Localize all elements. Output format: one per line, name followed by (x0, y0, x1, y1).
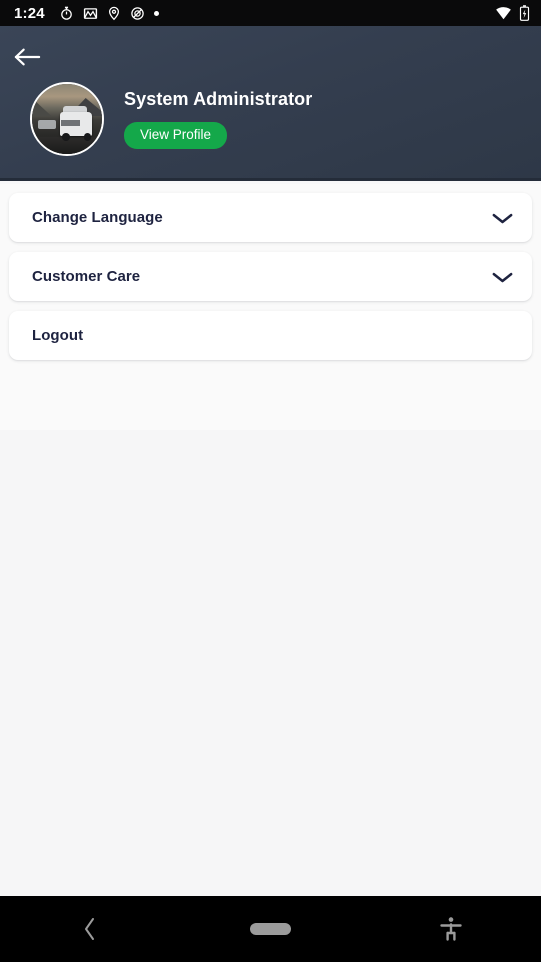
profile-header: System Administrator View Profile (0, 26, 541, 181)
arrow-left-icon (13, 46, 42, 68)
gmail-icon (83, 6, 98, 21)
chevron-down-icon[interactable] (490, 210, 515, 226)
avatar-vehicle-wheel-right (83, 133, 92, 141)
chevron-down-icon[interactable] (490, 269, 515, 285)
settings-item-change-language[interactable]: Change Language (9, 193, 532, 242)
accessibility-icon (439, 916, 463, 942)
home-pill-icon (249, 923, 291, 935)
avatar-vehicle-wheel-left (62, 133, 70, 141)
stopwatch-icon (59, 6, 74, 21)
app-screen: 1:24 System Administrator View Profile C… (0, 0, 541, 962)
avatar-hill-left (32, 102, 52, 117)
status-bar-system-icons (495, 5, 530, 21)
avatar[interactable] (30, 82, 104, 156)
notification-dot-icon (153, 10, 159, 16)
settings-item-label: Change Language (32, 208, 163, 226)
chevron-left-icon (82, 916, 98, 942)
settings-content: Change Language Customer Care Logout (0, 184, 541, 896)
view-profile-button[interactable]: View Profile (124, 122, 228, 149)
settings-item-label: Customer Care (32, 267, 141, 285)
status-bar-notification-icons (59, 6, 159, 21)
nav-back-button[interactable] (0, 896, 180, 962)
profile-name: System Administrator (124, 89, 313, 110)
avatar-secondary-vehicle (37, 120, 56, 130)
avatar-vehicle-grille (60, 120, 81, 126)
nav-accessibility-button[interactable] (361, 896, 541, 962)
wifi-icon (495, 6, 512, 20)
battery-charging-icon (519, 5, 530, 21)
settings-item-customer-care[interactable]: Customer Care (9, 252, 532, 301)
nav-home-button[interactable] (180, 896, 360, 962)
settings-list: Change Language Customer Care Logout (0, 184, 541, 430)
profile-text-block: System Administrator View Profile (124, 89, 313, 149)
settings-item-label: Logout (32, 326, 84, 344)
avatar-photo (32, 84, 102, 154)
profile-summary: System Administrator View Profile (30, 82, 312, 156)
status-bar-clock: 1:24 (14, 4, 45, 22)
android-navigation-bar (0, 896, 541, 962)
status-bar: 1:24 (0, 0, 541, 26)
settings-item-logout[interactable]: Logout (9, 311, 532, 360)
back-button[interactable] (4, 34, 50, 80)
dnd-icon (130, 6, 145, 21)
location-pin-icon (107, 6, 121, 21)
